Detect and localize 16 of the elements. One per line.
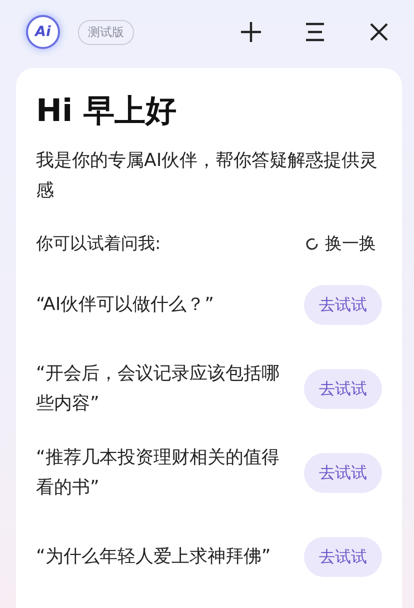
intro-text: 我是你的专属AI伙伴，帮你答疑解惑提供灵感 (36, 149, 379, 203)
greeting-title: Hi 早上好 (36, 92, 178, 131)
refresh-icon (305, 236, 319, 250)
try-button[interactable]: 去试试 (304, 285, 382, 325)
beta-badge: 测试版 (78, 20, 134, 44)
try-button[interactable]: 去试试 (304, 537, 382, 577)
suggested-question[interactable]: “推荐几本投资理财相关的值得看的书” (36, 443, 284, 503)
refresh-button[interactable]: 换一换 (305, 232, 382, 255)
add-icon[interactable] (238, 19, 264, 45)
suggested-question[interactable]: “开会后，会议记录应该包括哪些内容” (36, 359, 284, 419)
suggested-question[interactable]: “AI伙伴可以做什么？” (36, 290, 284, 320)
try-button[interactable]: 去试试 (304, 369, 382, 409)
app-logo: Ai (26, 15, 60, 49)
try-button[interactable]: 去试试 (304, 453, 382, 493)
suggested-question[interactable]: “为什么年轻人爱上求神拜佛” (36, 542, 284, 572)
prompt-label: 你可以试着问我: (36, 233, 161, 255)
